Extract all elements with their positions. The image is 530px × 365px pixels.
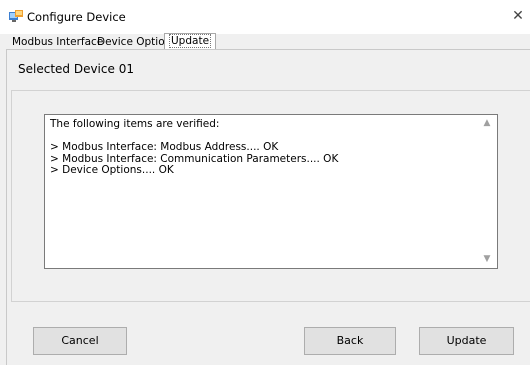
verification-text: The following items are verified: > Modb… bbox=[50, 118, 339, 176]
app-icon bbox=[9, 10, 23, 22]
tab-modbus-interface[interactable]: Modbus Interface bbox=[9, 36, 106, 50]
scroll-up-arrow-icon[interactable]: ▲ bbox=[482, 118, 492, 128]
cancel-button[interactable]: Cancel bbox=[33, 327, 127, 355]
update-button[interactable]: Update bbox=[419, 327, 514, 355]
scroll-down-arrow-icon[interactable]: ▼ bbox=[482, 254, 492, 264]
selected-device-label: Selected Device 01 bbox=[18, 62, 134, 76]
window-title: Configure Device bbox=[27, 10, 126, 24]
close-icon[interactable]: ✕ bbox=[508, 6, 528, 26]
tab-update[interactable]: Update bbox=[164, 33, 217, 49]
back-button[interactable]: Back bbox=[304, 327, 396, 355]
tab-update-label: Update bbox=[169, 34, 212, 48]
